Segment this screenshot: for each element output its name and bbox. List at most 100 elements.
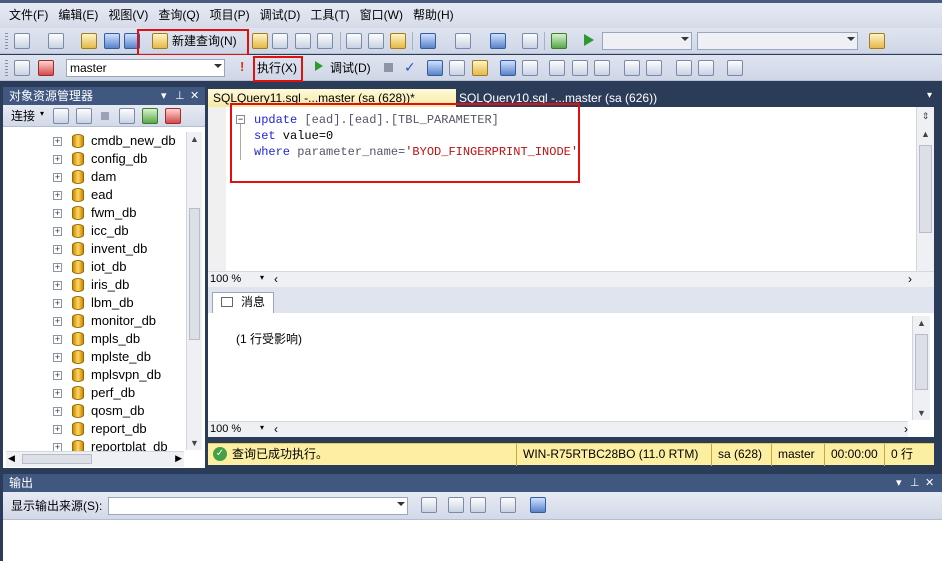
expand-icon[interactable]: + xyxy=(53,335,62,344)
dmx-query-icon[interactable] xyxy=(295,33,311,49)
tree-horizontal-scrollbar[interactable]: ◀ ▶ xyxy=(6,451,184,467)
tree-item-database[interactable]: + cmdb_new_db xyxy=(3,132,187,150)
open-file-icon[interactable] xyxy=(81,33,97,49)
navigate-backward-icon[interactable] xyxy=(490,33,506,49)
scroll-thumb[interactable] xyxy=(915,334,928,390)
save-icon[interactable] xyxy=(104,33,120,49)
specify-template-values-icon[interactable] xyxy=(472,60,488,76)
menu-edit[interactable]: 编辑(E) xyxy=(53,6,103,23)
editor-horizontal-scrollbar[interactable]: 100 % ▾ ‹ › xyxy=(208,271,934,287)
expand-icon[interactable]: + xyxy=(53,227,62,236)
tree-item-database[interactable]: + mplsvpn_db xyxy=(3,366,187,384)
add-item-icon[interactable] xyxy=(48,33,64,49)
expand-icon[interactable]: + xyxy=(53,281,62,290)
toolbar-grip[interactable] xyxy=(5,60,8,76)
query-editor[interactable]: − update [ead].[ead].[TBL_PARAMETER] set… xyxy=(208,103,934,271)
scroll-right-icon[interactable]: › xyxy=(904,422,908,436)
tree-item-database[interactable]: + report_db xyxy=(3,420,187,438)
editor-zoom[interactable]: 100 % xyxy=(210,273,241,285)
tree-item-database[interactable]: + invent_db xyxy=(3,240,187,258)
tree-item-database[interactable]: + dam xyxy=(3,168,187,186)
increase-indent-icon[interactable] xyxy=(698,60,714,76)
close-icon[interactable]: ✕ xyxy=(925,474,934,492)
menu-view[interactable]: 视图(V) xyxy=(103,6,153,23)
pin-icon[interactable]: ⊥ xyxy=(175,87,185,105)
menu-query[interactable]: 查询(Q) xyxy=(153,6,204,23)
expand-icon[interactable]: + xyxy=(53,371,62,380)
scroll-down-icon[interactable]: ▼ xyxy=(187,436,202,450)
comment-out-icon[interactable] xyxy=(624,60,640,76)
solution-configurations-dropdown[interactable] xyxy=(602,32,692,50)
scroll-up-icon[interactable]: ▲ xyxy=(187,132,202,146)
debug-button[interactable]: 调试(D) xyxy=(330,59,371,77)
include-actual-plan-icon[interactable] xyxy=(500,60,516,76)
scroll-up-icon[interactable]: ▲ xyxy=(913,316,930,330)
tree-item-database[interactable]: + qosm_db xyxy=(3,402,187,420)
refresh-icon[interactable] xyxy=(142,108,158,124)
results-to-file-icon[interactable] xyxy=(594,60,610,76)
expand-icon[interactable]: + xyxy=(53,191,62,200)
tree-item-database[interactable]: + icc_db xyxy=(3,222,187,240)
toggle-word-wrap-icon[interactable] xyxy=(530,497,546,513)
output-source-dropdown[interactable] xyxy=(108,497,408,515)
messages-horizontal-scrollbar[interactable]: 100 % ▾ ‹ › xyxy=(208,421,908,437)
connect-dropdown[interactable]: 连接 xyxy=(11,107,35,125)
tree-item-database[interactable]: + lbm_db xyxy=(3,294,187,312)
cut-icon[interactable] xyxy=(346,33,362,49)
tree-item-database[interactable]: + perf_db xyxy=(3,384,187,402)
filter-icon[interactable] xyxy=(119,108,135,124)
expand-icon[interactable]: + xyxy=(53,245,62,254)
go-to-message-icon[interactable] xyxy=(421,497,437,513)
dropdown-icon[interactable]: ▾ xyxy=(896,474,902,492)
tree-item-database[interactable]: + monitor_db xyxy=(3,312,187,330)
scroll-right-icon[interactable]: ▶ xyxy=(175,453,182,464)
expand-icon[interactable]: + xyxy=(53,407,62,416)
database-engine-query-icon[interactable] xyxy=(252,33,268,49)
scroll-thumb[interactable] xyxy=(919,145,932,233)
expand-icon[interactable]: + xyxy=(53,173,62,182)
properties-window-icon[interactable] xyxy=(869,33,885,49)
query-designer-icon[interactable] xyxy=(449,60,465,76)
available-databases-dropdown[interactable]: master xyxy=(66,59,225,77)
decrease-indent-icon[interactable] xyxy=(676,60,692,76)
tree-item-database[interactable]: + iris_db xyxy=(3,276,187,294)
paste-icon[interactable] xyxy=(390,33,406,49)
expand-icon[interactable]: + xyxy=(53,389,62,398)
new-project-icon[interactable] xyxy=(14,33,30,49)
find-previous-icon[interactable] xyxy=(448,497,464,513)
find-next-icon[interactable] xyxy=(470,497,486,513)
chevron-down-icon[interactable]: ▾ xyxy=(260,423,264,432)
toolbar-grip[interactable] xyxy=(5,33,8,49)
expand-icon[interactable]: + xyxy=(53,263,62,272)
expand-icon[interactable]: + xyxy=(53,353,62,362)
scroll-thumb[interactable] xyxy=(189,208,200,340)
display-estimated-plan-icon[interactable] xyxy=(427,60,443,76)
menu-help[interactable]: 帮助(H) xyxy=(408,6,459,23)
tree-vertical-scrollbar[interactable]: ▲ ▼ xyxy=(186,132,202,450)
activity-monitor-icon[interactable] xyxy=(551,33,567,49)
expand-icon[interactable]: + xyxy=(53,155,62,164)
copy-icon[interactable] xyxy=(368,33,384,49)
tree-item-database[interactable]: + mplste_db xyxy=(3,348,187,366)
find-dropdown[interactable] xyxy=(697,32,858,50)
redo-icon[interactable] xyxy=(455,33,471,49)
mdx-query-icon[interactable] xyxy=(272,33,288,49)
close-icon[interactable]: ✕ xyxy=(190,87,199,105)
undo-icon[interactable] xyxy=(420,33,436,49)
disconnect-icon[interactable] xyxy=(38,60,54,76)
expand-icon[interactable]: + xyxy=(53,317,62,326)
split-icon[interactable]: ⇕ xyxy=(917,109,934,123)
expand-icon[interactable]: + xyxy=(53,137,62,146)
tree-item-database[interactable]: + ead xyxy=(3,186,187,204)
dropdown-icon[interactable]: ▾ xyxy=(161,87,167,105)
specify-values-icon[interactable] xyxy=(727,60,743,76)
expand-icon[interactable]: + xyxy=(53,425,62,434)
menu-file[interactable]: 文件(F) xyxy=(4,6,53,23)
results-to-text-icon[interactable] xyxy=(549,60,565,76)
tree-item-database[interactable]: + config_db xyxy=(3,150,187,168)
messages-zoom[interactable]: 100 % xyxy=(210,423,241,435)
scroll-left-icon[interactable]: ‹ xyxy=(274,422,278,436)
scroll-thumb[interactable] xyxy=(22,454,92,464)
editor-vertical-scrollbar[interactable]: ⇕ ▲ xyxy=(916,107,934,271)
tree-item-database[interactable]: + mpls_db xyxy=(3,330,187,348)
